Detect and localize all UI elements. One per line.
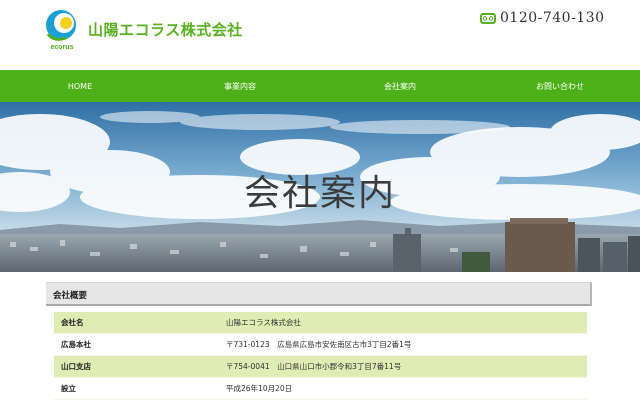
section-heading-text: 会社概要 — [53, 291, 88, 301]
table-row-label: 広島本社 — [54, 333, 226, 356]
table-row-value: 平成26年10月20日 — [226, 377, 587, 400]
table-row-value: 〒754-0041 山口県山口市小郡令和3丁目7番11号 — [226, 355, 587, 378]
hero-banner: 会社案内 — [0, 102, 640, 272]
table-row-label: 設立 — [54, 377, 226, 400]
nav-item-company[interactable]: 会社案内 — [320, 70, 480, 102]
table-row: 広島本社 〒731-0123 広島県広島市安佐南区古市3丁目2番1号 — [54, 333, 587, 356]
company-overview-table: 会社名 山陽エコラス株式会社 広島本社 〒731-0123 広島県広島市安佐南区… — [54, 312, 587, 400]
nav-item-contact[interactable]: お問い合わせ — [480, 70, 640, 102]
free-dial-icon — [480, 12, 496, 24]
page-title: 会社案内 — [243, 173, 396, 214]
table-row: 会社名 山陽エコラス株式会社 — [54, 312, 587, 334]
table-row-label: 山口支店 — [54, 355, 226, 378]
phone-number: 0120-740-130 — [500, 10, 605, 26]
company-name[interactable]: 山陽エコラス株式会社 — [88, 19, 243, 40]
nav-item-home[interactable]: HOME — [0, 70, 160, 102]
table-row: 山口支店 〒754-0041 山口県山口市小郡令和3丁目7番11号 — [54, 355, 587, 378]
table-row-label: 会社名 — [54, 312, 226, 334]
table-row-value: 〒731-0123 広島県広島市安佐南区古市3丁目2番1号 — [226, 333, 587, 356]
nav-item-business[interactable]: 事業内容 — [160, 70, 320, 102]
ecorus-logo[interactable]: ecorus — [44, 8, 80, 54]
table-row-value: 山陽エコラス株式会社 — [226, 312, 587, 334]
logo-text: ecorus — [51, 44, 74, 51]
site-header: ecorus 山陽エコラス株式会社 0120-740-130 — [0, 0, 640, 70]
section-heading: 会社概要 — [46, 282, 592, 306]
phone-contact[interactable]: 0120-740-130 — [480, 8, 605, 28]
main-nav: HOME 事業内容 会社案内 お問い合わせ — [0, 70, 640, 102]
table-row: 設立 平成26年10月20日 — [54, 377, 587, 400]
